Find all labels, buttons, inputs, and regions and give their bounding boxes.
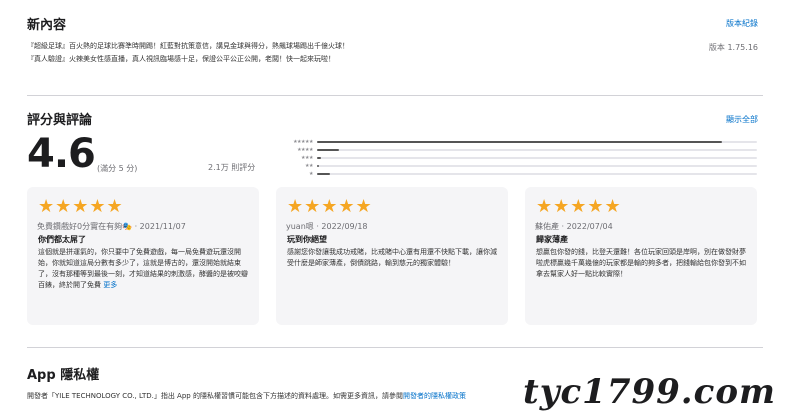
- histogram-stars-label: ★★: [305, 163, 313, 169]
- version-number: 版本 1.75.16: [708, 43, 758, 52]
- review-stars: ★★★★★: [287, 196, 373, 217]
- section-divider: [27, 347, 763, 348]
- histogram-fill: [317, 173, 331, 175]
- average-rating: 4.6: [27, 131, 96, 177]
- histogram-stars-label: ★★★★: [297, 147, 313, 153]
- review-card[interactable]: ★★★★★ yuan嗯 · 2022/09/18 玩到你絕望 感謝您你發讓我成功…: [276, 187, 508, 325]
- review-text: 想贏包你發的錢，比登天還難！各位玩家回頭是岸啊，別在做發財夢啦虎標贏幾千萬幾億的…: [536, 248, 746, 278]
- review-stars: ★★★★★: [536, 196, 622, 217]
- histogram-row: ★★★★: [277, 146, 757, 154]
- review-author-date: yuan嗯 · 2022/09/18: [286, 222, 368, 231]
- see-all-link[interactable]: 顯示全部: [726, 114, 758, 125]
- histogram-track: [317, 149, 757, 151]
- review-author-date: 免費鑽戲好0分實在有夠🎭 · 2021/11/07: [37, 222, 186, 231]
- review-author-date: 蘇佑產 · 2022/07/04: [535, 222, 613, 231]
- review-text: 感謝您你發讓我成功戒賭，比戒賭中心還有用還不快點下載，讓你減受什麼是師家薄產，倒…: [287, 248, 497, 267]
- review-body: 想贏包你發的錢，比登天還難！各位玩家回頭是岸啊，別在做發財夢啦虎標贏幾千萬幾億的…: [536, 247, 748, 280]
- review-card[interactable]: ★★★★★ 免費鑽戲好0分實在有夠🎭 · 2021/11/07 你們都太屌了 這…: [27, 187, 259, 325]
- histogram-fill: [317, 149, 339, 151]
- whats-new-line: 『超級足球』百火熱的足球比賽準時開踢！紅藍對抗策意信，講見金球與得分，熱飆球場踢…: [27, 42, 349, 50]
- review-text: 這個就是拼運氣的，你只要中了免費遊戲，每一局免費遊玩還沒開始，你就知道這局分數有…: [38, 248, 248, 289]
- review-title: 你們都太屌了: [38, 235, 86, 244]
- histogram-row: ★★★★★: [277, 138, 757, 146]
- section-divider: [27, 95, 763, 96]
- histogram-stars-label: ★: [309, 171, 313, 177]
- review-title: 歸家薄產: [536, 235, 568, 244]
- privacy-description: 開發者「YILE TECHNOLOGY CO., LTD.」指出 App 的隱私…: [27, 391, 567, 401]
- histogram-track: [317, 141, 757, 143]
- rating-count: 2.1万 則評分: [208, 163, 256, 172]
- rating-out-of: (滿分 5 分): [97, 164, 138, 173]
- histogram-stars-label: ★★★★★: [293, 139, 313, 145]
- ratings-heading: 評分與評論: [27, 113, 93, 128]
- histogram-stars-label: ★★★: [301, 155, 313, 161]
- review-more-link[interactable]: 更多: [103, 281, 117, 289]
- whats-new-line: 『真人驗證』火辣美女性感直播，真人視訊臨場感十足，保證公平公正公開，老闆！快一起…: [27, 55, 335, 63]
- review-body: 感謝您你發讓我成功戒賭，比戒賭中心還有用還不快點下載，讓你減受什麼是師家薄產，倒…: [287, 247, 499, 269]
- privacy-policy-link[interactable]: 開發者的隱私權政策: [403, 392, 466, 400]
- site-watermark: tyc1799.com: [523, 372, 776, 412]
- review-card[interactable]: ★★★★★ 蘇佑產 · 2022/07/04 歸家薄產 想贏包你發的錢，比登天還…: [525, 187, 757, 325]
- histogram-row: ★: [277, 170, 757, 178]
- histogram-row: ★★★: [277, 154, 757, 162]
- review-title: 玩到你絕望: [287, 235, 327, 244]
- review-stars: ★★★★★: [38, 196, 124, 217]
- histogram-track: [317, 165, 757, 167]
- whats-new-notes: 『超級足球』百火熱的足球比賽準時開踢！紅藍對抗策意信，講見金球與得分，熱飆球場踢…: [27, 40, 627, 66]
- histogram-fill: [317, 141, 722, 143]
- histogram-track: [317, 173, 757, 175]
- histogram-track: [317, 157, 757, 159]
- histogram-row: ★★: [277, 162, 757, 170]
- privacy-heading: App 隱私權: [27, 368, 100, 383]
- histogram-fill: [317, 157, 322, 159]
- whats-new-heading: 新內容: [27, 18, 67, 33]
- version-history-link[interactable]: 版本紀錄: [726, 18, 758, 29]
- review-body: 這個就是拼運氣的，你只要中了免費遊戲，每一局免費遊玩還沒開始，你就知道這局分數有…: [38, 247, 250, 291]
- histogram-fill: [317, 165, 320, 167]
- privacy-text: 開發者「YILE TECHNOLOGY CO., LTD.」指出 App 的隱私…: [27, 392, 403, 400]
